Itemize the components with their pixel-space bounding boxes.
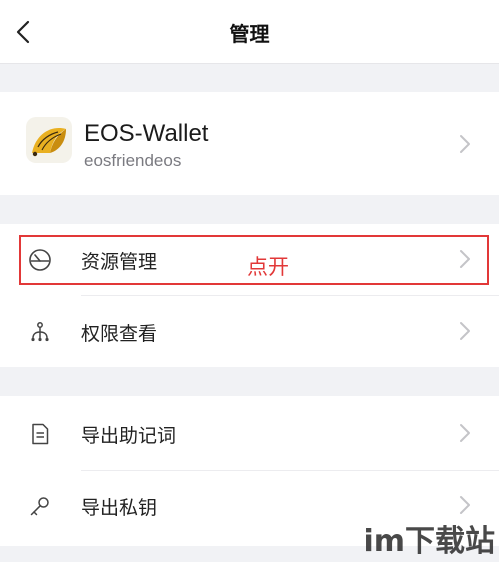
eos-wallet-logo: [26, 117, 72, 163]
annotation-text: 点开: [247, 255, 289, 279]
chevron-right-icon: [460, 135, 470, 153]
chevron-right-icon: [460, 496, 470, 514]
menu-item-label: 导出助记词: [81, 425, 177, 447]
navigation-bar: 管理: [0, 0, 499, 64]
page-title: 管理: [229, 22, 270, 46]
wallet-card[interactable]: [0, 92, 499, 195]
chevron-right-icon: [460, 322, 470, 340]
menu-item-permissions[interactable]: 权限查看: [0, 296, 499, 366]
wallet-name: EOS-Wallet: [84, 120, 209, 147]
chevron-right-icon: [460, 424, 470, 442]
key-icon: [30, 497, 49, 516]
document-icon: [32, 423, 49, 445]
menu-item-label: 权限查看: [81, 323, 158, 345]
wallet-account: eosfriendeos: [84, 151, 182, 170]
watermark: im下载站: [363, 524, 495, 559]
menu-item-label: 导出私钥: [81, 497, 158, 519]
permission-tree-icon: [31, 322, 49, 342]
menu-item-export-mnemonic[interactable]: 导出助记词: [0, 398, 499, 468]
